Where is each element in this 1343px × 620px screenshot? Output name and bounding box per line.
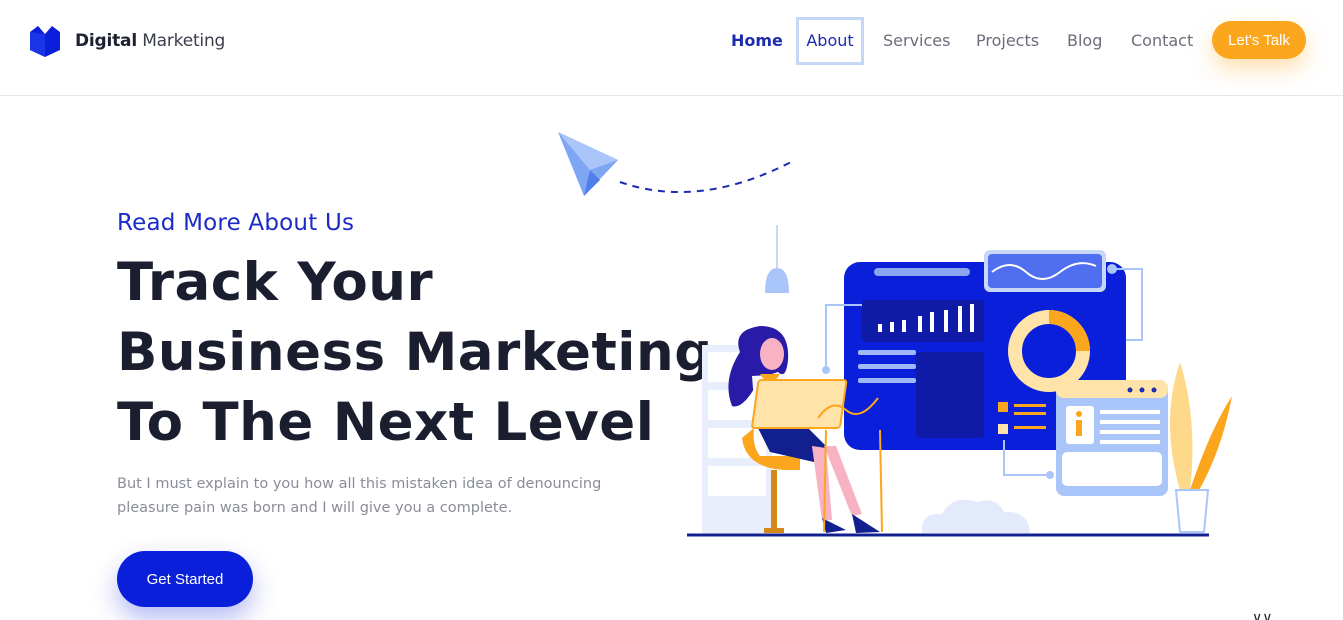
nav-services[interactable]: Services: [883, 30, 950, 52]
get-started-button[interactable]: Get Started: [117, 551, 253, 607]
nav-home[interactable]: Home: [731, 30, 783, 52]
hero-description: But I must explain to you how all this m…: [117, 476, 602, 516]
nav-projects[interactable]: Projects: [976, 30, 1039, 52]
site-header: Digital Marketing Home About Services Pr…: [0, 0, 1343, 96]
hero-illustration: [558, 132, 1232, 537]
nav-about[interactable]: About: [796, 17, 864, 65]
hero-eyebrow-link[interactable]: Read More About Us: [117, 210, 354, 236]
nav-blog[interactable]: Blog: [1067, 30, 1102, 52]
lets-talk-button[interactable]: Let's Talk: [1212, 21, 1306, 59]
scroll-down-icon[interactable]: ∨∨: [1252, 610, 1273, 620]
paper-plane-icon: [558, 132, 796, 196]
nav-contact[interactable]: Contact: [1131, 30, 1193, 52]
main-nav: Home About Services Projects Blog Contac…: [0, 0, 1343, 96]
